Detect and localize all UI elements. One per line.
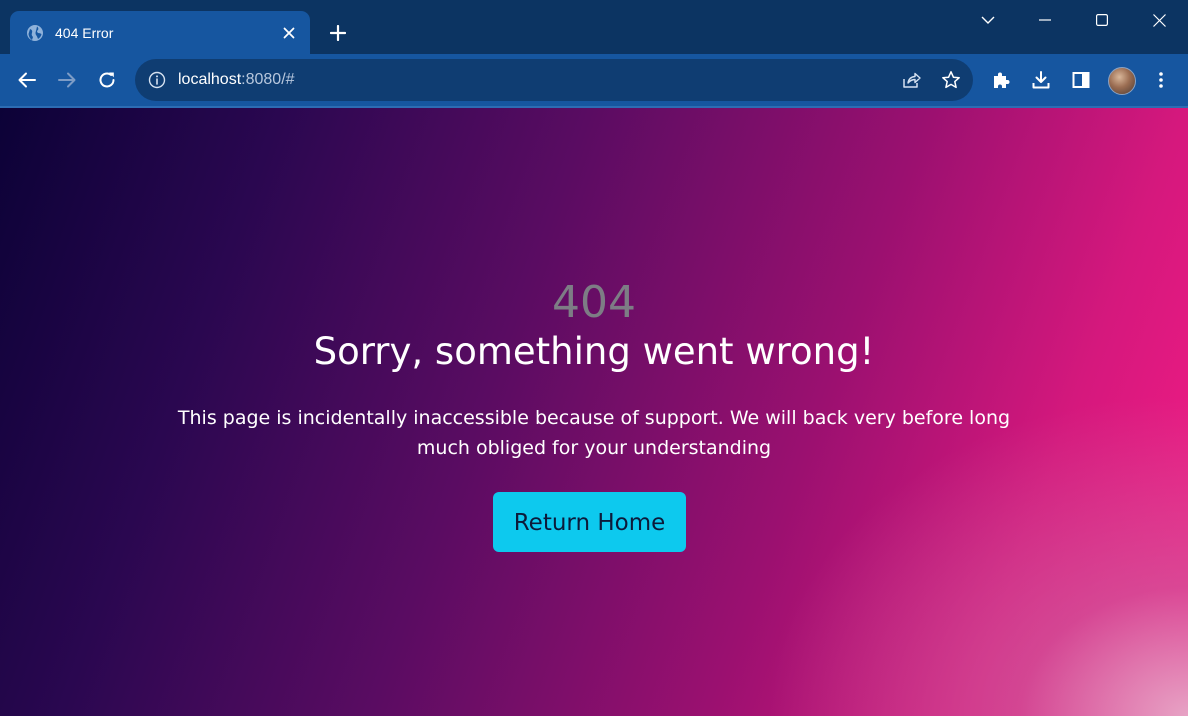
share-icon[interactable] bbox=[899, 68, 923, 92]
browser-toolbar: localhost:8080/# bbox=[0, 54, 1188, 106]
error-content: 404 Sorry, something went wrong! This pa… bbox=[0, 108, 1188, 716]
url-text[interactable]: localhost:8080/# bbox=[178, 70, 295, 90]
error-code: 404 bbox=[552, 277, 636, 328]
info-icon[interactable] bbox=[148, 71, 166, 89]
minimize-icon[interactable] bbox=[1027, 6, 1063, 34]
kebab-menu-icon[interactable] bbox=[1144, 63, 1178, 97]
globe-icon bbox=[26, 24, 44, 42]
url-host: localhost bbox=[178, 71, 242, 88]
side-panel-icon[interactable] bbox=[1064, 63, 1098, 97]
puzzle-icon[interactable] bbox=[984, 63, 1018, 97]
url-path: :8080/# bbox=[241, 71, 295, 88]
tab-strip: 404 Error bbox=[0, 0, 1188, 54]
tab-search-chevron-icon[interactable] bbox=[970, 6, 1006, 34]
star-icon[interactable] bbox=[939, 68, 963, 92]
browser-window: 404 Error localhost:8080/# 404 Sorry, so… bbox=[0, 0, 1188, 716]
forward-arrow-icon[interactable] bbox=[50, 63, 84, 97]
tab-title: 404 Error bbox=[55, 25, 114, 41]
plus-icon[interactable] bbox=[324, 19, 352, 47]
close-window-icon[interactable] bbox=[1141, 6, 1177, 34]
error-headline: Sorry, something went wrong! bbox=[313, 330, 875, 373]
page-viewport: 404 Sorry, something went wrong! This pa… bbox=[0, 108, 1188, 716]
error-message: This page is incidentally inaccessible b… bbox=[177, 407, 1011, 459]
maximize-icon[interactable] bbox=[1084, 6, 1120, 34]
return-home-button[interactable]: Return Home bbox=[493, 492, 686, 552]
download-icon[interactable] bbox=[1024, 63, 1058, 97]
tab-404-error[interactable]: 404 Error bbox=[10, 11, 310, 54]
back-arrow-icon[interactable] bbox=[10, 63, 44, 97]
address-bar[interactable]: localhost:8080/# bbox=[135, 59, 973, 101]
close-tab-icon[interactable] bbox=[278, 22, 300, 44]
profile-avatar[interactable] bbox=[1108, 67, 1136, 95]
reload-icon[interactable] bbox=[90, 63, 124, 97]
